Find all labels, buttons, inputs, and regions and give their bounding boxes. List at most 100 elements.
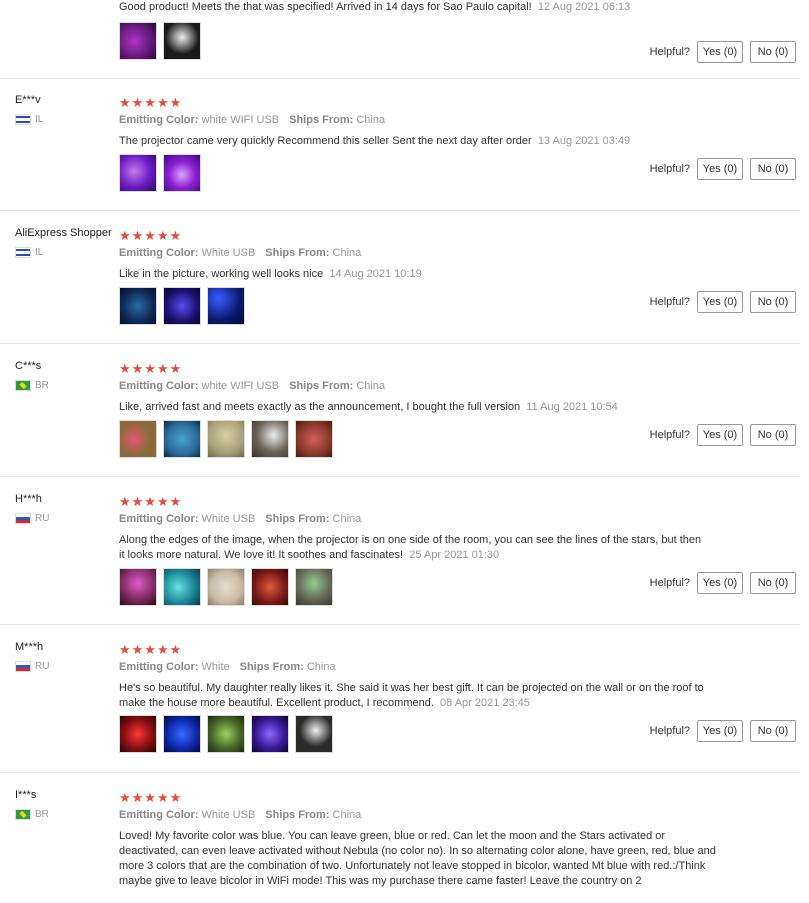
review-photo-thumb[interactable]	[119, 568, 157, 606]
helpful-label: Helpful?	[649, 163, 690, 175]
helpful-controls: Helpful? Yes (0) No (0)	[650, 720, 796, 742]
helpful-no-button[interactable]: No (0)	[750, 720, 796, 742]
helpful-no-button[interactable]: No (0)	[750, 572, 796, 594]
reviewer-name: I***s	[15, 789, 37, 801]
review-photo-thumb[interactable]	[295, 715, 333, 753]
review-photo-thumb[interactable]	[163, 154, 201, 192]
helpful-yes-button[interactable]: Yes (0)	[697, 572, 743, 594]
review-photo-thumb[interactable]	[119, 154, 157, 192]
review-text: Along the edges of the image, when the p…	[119, 534, 702, 561]
star-rating: ★★★★★	[119, 228, 183, 243]
reviewer-name: H***h	[15, 493, 42, 505]
helpful-label: Helpful?	[649, 725, 690, 737]
helpful-no-button[interactable]: No (0)	[750, 41, 796, 63]
review-item: I***s BR ★★★★★ Emitting Color: White USB…	[0, 773, 800, 903]
review-photo-thumb[interactable]	[295, 568, 333, 606]
review-photos	[119, 568, 333, 606]
reviewer-country: IL	[15, 114, 43, 125]
flag-icon	[15, 114, 31, 125]
review-text: Good product! Meets the that was specifi…	[119, 1, 631, 13]
review-attributes: Emitting Color: White USB Ships From: Chi…	[119, 513, 362, 525]
helpful-yes-button[interactable]: Yes (0)	[697, 158, 743, 180]
helpful-yes-button[interactable]: Yes (0)	[697, 291, 743, 313]
review-photos	[119, 420, 333, 458]
helpful-controls: Helpful? Yes (0) No (0)	[650, 41, 796, 63]
review-photos	[119, 154, 201, 192]
review-photo-thumb[interactable]	[163, 287, 201, 325]
flag-icon	[15, 661, 31, 672]
review-photos	[119, 22, 201, 60]
review-text: Like in the picture, working well looks …	[119, 268, 422, 280]
reviewer-country: BR	[15, 809, 49, 820]
reviewer-country: BR	[15, 380, 49, 391]
review-photo-thumb[interactable]	[251, 420, 289, 458]
star-rating: ★★★★★	[119, 642, 183, 657]
reviewer-name: C***s	[15, 360, 42, 372]
review-photo-thumb[interactable]	[207, 287, 245, 325]
flag-icon	[15, 809, 31, 820]
review-attributes: Emitting Color: White Ships From: China	[119, 661, 336, 673]
helpful-controls: Helpful? Yes (0) No (0)	[650, 158, 796, 180]
review-photo-thumb[interactable]	[119, 420, 157, 458]
review-item: C***s BR ★★★★★ Emitting Color: white WIF…	[0, 344, 800, 477]
helpful-yes-button[interactable]: Yes (0)	[697, 424, 743, 446]
helpful-yes-button[interactable]: Yes (0)	[697, 720, 743, 742]
star-rating: ★★★★★	[119, 361, 183, 376]
review-item: Good product! Meets the that was specifi…	[0, 0, 800, 79]
review-photos	[119, 287, 245, 325]
star-rating: ★★★★★	[119, 790, 183, 805]
review-photos	[119, 715, 333, 753]
review-photo-thumb[interactable]	[163, 22, 201, 60]
review-text: He's so beautiful. My daughter really li…	[119, 682, 704, 709]
helpful-controls: Helpful? Yes (0) No (0)	[650, 424, 796, 446]
review-attributes: Emitting Color: white WIFI USB Ships From…	[119, 380, 386, 392]
review-photo-thumb[interactable]	[119, 287, 157, 325]
review-photo-thumb[interactable]	[163, 715, 201, 753]
flag-icon	[15, 247, 31, 258]
review-item: M***h RU ★★★★★ Emitting Color: White Ship…	[0, 625, 800, 773]
review-item: H***h RU ★★★★★ Emitting Color: White USB…	[0, 477, 800, 625]
review-photo-thumb[interactable]	[207, 420, 245, 458]
reviewer-name: AliExpress Shopper	[15, 227, 112, 239]
review-date: 11 Aug 2021 10:54	[526, 401, 618, 413]
helpful-controls: Helpful? Yes (0) No (0)	[650, 291, 796, 313]
review-photo-thumb[interactable]	[251, 715, 289, 753]
review-text: The projector came very quickly Recommen…	[119, 135, 631, 147]
review-attributes: Emitting Color: white WIFI USB Ships From…	[119, 114, 386, 126]
review-item: AliExpress Shopper IL ★★★★★ Emitting Col…	[0, 211, 800, 344]
review-photo-thumb[interactable]	[295, 420, 333, 458]
review-date: 08 Apr 2021 23:45	[440, 697, 530, 709]
helpful-label: Helpful?	[649, 296, 690, 308]
reviewer-name: M***h	[15, 641, 44, 653]
helpful-label: Helpful?	[649, 46, 690, 58]
review-photo-thumb[interactable]	[163, 568, 201, 606]
review-date: 25 Apr 2021 01:30	[409, 549, 500, 561]
review-date: 12 Aug 2021 06:13	[537, 1, 631, 13]
review-attributes: Emitting Color: White USB Ships From: Chi…	[119, 809, 362, 821]
helpful-label: Helpful?	[649, 429, 690, 441]
review-photo-thumb[interactable]	[251, 568, 289, 606]
review-text: Like, arrived fast and meets exactly as …	[119, 401, 618, 413]
reviewer-country: IL	[15, 247, 43, 258]
helpful-label: Helpful?	[649, 577, 690, 589]
review-date: 13 Aug 2021 03:49	[537, 135, 631, 147]
review-photo-thumb[interactable]	[207, 715, 245, 753]
star-rating: ★★★★★	[119, 95, 183, 110]
star-rating: ★★★★★	[119, 494, 183, 509]
flag-icon	[15, 513, 31, 524]
review-text: Loved! My favorite color was blue. You c…	[119, 830, 716, 887]
flag-icon	[15, 380, 31, 391]
review-photo-thumb[interactable]	[207, 568, 245, 606]
reviewer-country: RU	[15, 513, 49, 524]
review-attributes: Emitting Color: White USB Ships From: Chi…	[119, 247, 362, 259]
helpful-controls: Helpful? Yes (0) No (0)	[650, 572, 796, 594]
review-item: E***v IL ★★★★★ Emitting Color: white WIF…	[0, 78, 800, 211]
helpful-no-button[interactable]: No (0)	[750, 158, 796, 180]
helpful-no-button[interactable]: No (0)	[750, 424, 796, 446]
reviewer-country: RU	[15, 661, 49, 672]
review-photo-thumb[interactable]	[163, 420, 201, 458]
helpful-no-button[interactable]: No (0)	[750, 291, 796, 313]
helpful-yes-button[interactable]: Yes (0)	[697, 41, 743, 63]
review-photo-thumb[interactable]	[119, 22, 157, 60]
review-photo-thumb[interactable]	[119, 715, 157, 753]
